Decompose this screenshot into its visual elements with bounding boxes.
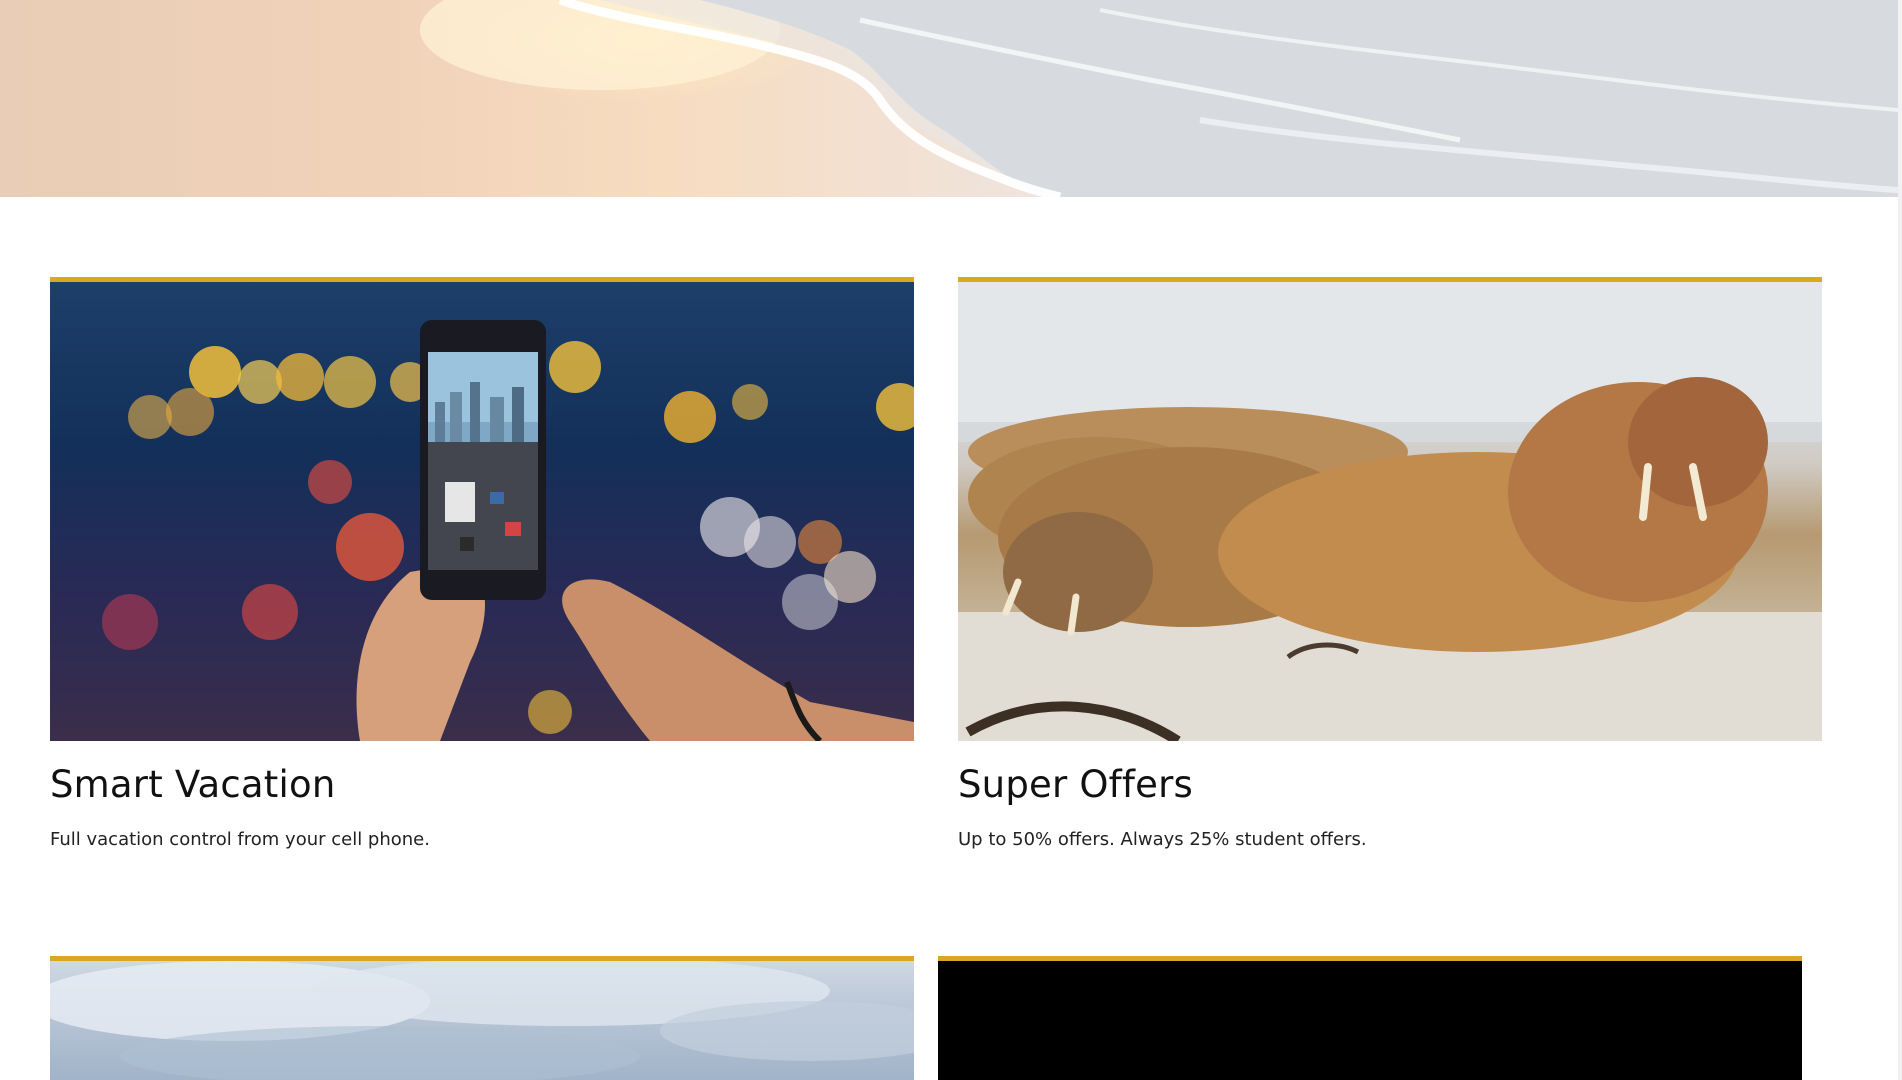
walrus-illustration bbox=[958, 282, 1822, 741]
card-image-frame bbox=[50, 956, 914, 1080]
feature-card-third bbox=[50, 956, 914, 1080]
page-scrollbar[interactable] bbox=[1898, 0, 1902, 1080]
card-image-frame bbox=[958, 277, 1822, 741]
hero-beach-image bbox=[0, 0, 1898, 197]
walrus-beach-photo bbox=[958, 282, 1822, 741]
black-video-frame[interactable] bbox=[938, 961, 1802, 1080]
hero-waves-illustration bbox=[0, 0, 1898, 197]
card-image-frame bbox=[938, 956, 1802, 1080]
cloudy-sky-photo bbox=[50, 961, 914, 1080]
card-description: Full vacation control from your cell pho… bbox=[50, 829, 430, 850]
feature-card-super-offers: Super Offers Up to 50% offers. Always 25… bbox=[958, 277, 1822, 853]
card-title: Smart Vacation bbox=[50, 763, 336, 806]
page: Smart Vacation Full vacation control fro… bbox=[0, 0, 1902, 1080]
feature-card-smart-vacation: Smart Vacation Full vacation control fro… bbox=[50, 277, 914, 853]
clouds-illustration bbox=[50, 961, 914, 1080]
card-image-frame bbox=[50, 277, 914, 741]
card-title: Super Offers bbox=[958, 763, 1193, 806]
phone-city-traffic-photo bbox=[50, 282, 914, 741]
bokeh-illustration bbox=[102, 320, 914, 741]
feature-card-fourth bbox=[938, 956, 1802, 1080]
card-description: Up to 50% offers. Always 25% student off… bbox=[958, 829, 1367, 850]
